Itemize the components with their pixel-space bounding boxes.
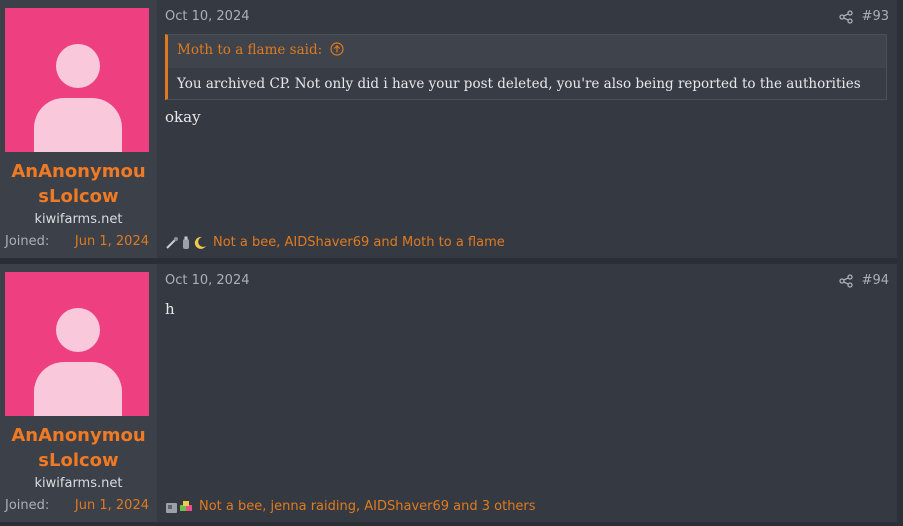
joined-date: Jun 1, 2024: [74, 498, 149, 513]
post: AnAnonymousLolcow kiwifarms.net Joined: …: [0, 264, 897, 522]
post-content: Oct 10, 2024 #93 Moth to a flame said: Y…: [157, 0, 897, 258]
moon-icon: [194, 236, 206, 249]
joined-date: Jun 1, 2024: [74, 234, 149, 249]
quote-author-link[interactable]: Moth to a flame said:: [177, 42, 345, 58]
user-title: kiwifarms.net: [34, 476, 123, 491]
message-body: okay: [165, 108, 201, 126]
reactions-bar[interactable]: Not a bee, jenna raiding, AIDShaver69 an…: [165, 499, 536, 514]
joined-label: Joined:: [5, 234, 50, 249]
post-content: Oct 10, 2024 #94 h Not a bee, jenna raid…: [157, 264, 897, 522]
post-date-link[interactable]: Oct 10, 2024: [165, 9, 250, 24]
joined-label: Joined:: [5, 498, 50, 513]
avatar-head: [56, 308, 100, 352]
post-number-link[interactable]: #94: [862, 273, 889, 288]
bottle-icon: [183, 236, 189, 249]
post-divider: [0, 522, 897, 526]
quote-text: You archived CP. Not only did i have you…: [168, 68, 886, 99]
arrow-up-circle-icon[interactable]: [330, 42, 345, 56]
user-info: AnAnonymousLolcow kiwifarms.net Joined: …: [0, 0, 157, 258]
machine-icon: [166, 502, 177, 513]
wrench-icon: [166, 236, 178, 249]
post: AnAnonymousLolcow kiwifarms.net Joined: …: [0, 0, 897, 258]
puzzle-icon: [180, 500, 192, 511]
user-title: kiwifarms.net: [34, 212, 123, 227]
avatar-head: [56, 44, 100, 88]
avatar[interactable]: [5, 8, 149, 152]
username-link[interactable]: AnAnonymousLolcow: [0, 159, 157, 209]
message-body: h: [165, 300, 175, 318]
quote-author-text: Moth to a flame said:: [177, 42, 323, 58]
reactions-bar[interactable]: Not a bee, AIDShaver69 and Moth to a fla…: [165, 235, 505, 250]
avatar[interactable]: [5, 272, 149, 416]
reactions-list-link[interactable]: Not a bee, AIDShaver69 and Moth to a fla…: [213, 235, 505, 250]
share-icon[interactable]: [839, 10, 853, 24]
avatar-body: [34, 362, 122, 416]
quote-block: Moth to a flame said: You archived CP. N…: [165, 34, 887, 100]
share-icon[interactable]: [839, 274, 853, 288]
avatar-body: [34, 98, 122, 152]
reactions-list-link[interactable]: Not a bee, jenna raiding, AIDShaver69 an…: [199, 499, 536, 514]
username-link[interactable]: AnAnonymousLolcow: [0, 423, 157, 473]
post-date-link[interactable]: Oct 10, 2024: [165, 273, 250, 288]
post-number-link[interactable]: #93: [862, 9, 889, 24]
user-info: AnAnonymousLolcow kiwifarms.net Joined: …: [0, 264, 157, 522]
